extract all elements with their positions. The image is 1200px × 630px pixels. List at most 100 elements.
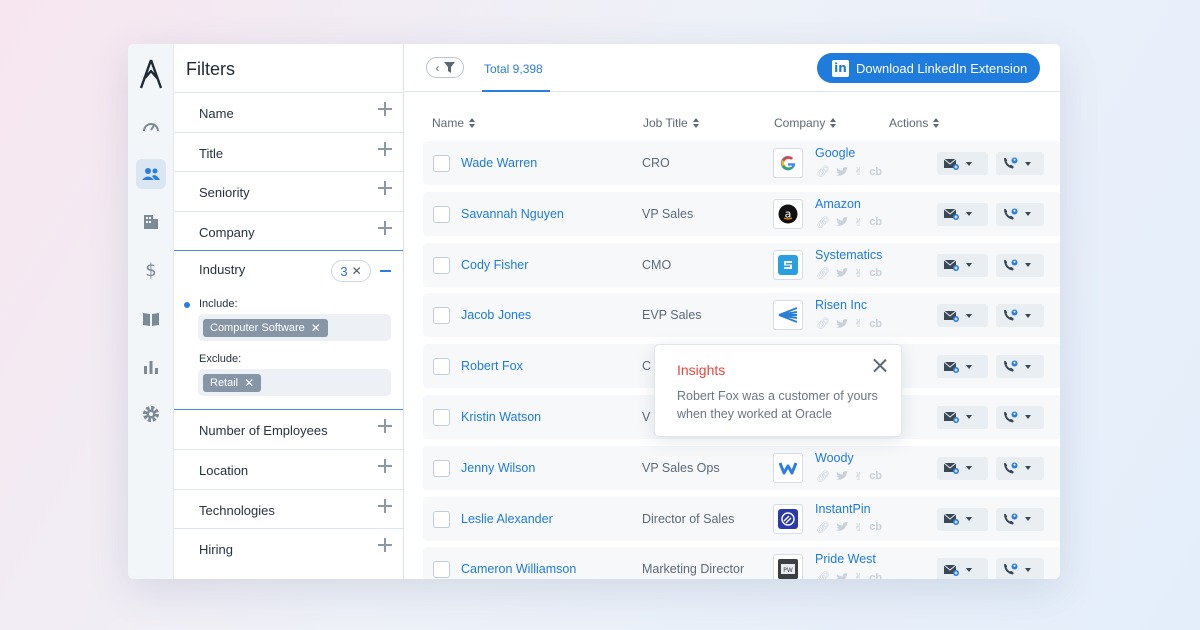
twitter-icon[interactable] [835, 217, 848, 227]
company-name-link[interactable]: Amazon [815, 197, 861, 211]
row-checkbox[interactable] [433, 205, 450, 223]
person-name-link[interactable]: Leslie Alexander [461, 512, 553, 526]
twitter-icon[interactable] [835, 318, 848, 329]
email-action-button[interactable] [937, 304, 988, 328]
column-header-company[interactable]: Company [774, 116, 837, 130]
dollar-icon[interactable]: $ [136, 255, 166, 285]
person-name-link[interactable]: Kristin Watson [461, 410, 541, 424]
company-name-link[interactable]: Risen Inc [815, 298, 867, 312]
phone-action-button[interactable] [996, 253, 1044, 277]
link-icon[interactable]: 🔗︎ [816, 521, 830, 534]
plus-icon[interactable] [377, 141, 393, 157]
link-icon[interactable]: 🔗︎ [816, 165, 830, 178]
person-name-link[interactable]: Cody Fisher [461, 258, 528, 272]
email-action-button[interactable] [937, 152, 988, 175]
building-icon[interactable] [136, 207, 166, 237]
person-name-link[interactable]: Jenny Wilson [461, 461, 535, 475]
phone-action-button[interactable] [996, 456, 1044, 480]
link-icon[interactable]: 🔗︎ [816, 470, 830, 483]
phone-action-button[interactable] [996, 507, 1044, 531]
close-icon[interactable] [873, 358, 887, 372]
twitter-icon[interactable] [836, 572, 848, 579]
row-checkbox[interactable] [433, 561, 450, 579]
company-name-link[interactable]: InstantPin [815, 502, 871, 516]
row-checkbox[interactable] [433, 155, 450, 172]
total-count-tab[interactable]: Total 9,398 [484, 62, 543, 76]
exclude-tag[interactable]: Retail ✕ [203, 374, 262, 392]
column-header-name[interactable]: Name [432, 116, 476, 130]
person-name-link[interactable]: Jacob Jones [461, 308, 531, 322]
filter-location[interactable]: Location [174, 449, 403, 489]
person-name-link[interactable]: Savannah Nguyen [461, 207, 564, 221]
remove-tag-icon[interactable]: ✕ [244, 376, 254, 390]
table-row[interactable]: Leslie Alexander Director of Sales Instant… [423, 496, 1060, 541]
row-checkbox[interactable] [433, 510, 450, 528]
email-action-button[interactable] [937, 253, 988, 277]
email-action-button[interactable] [937, 507, 988, 531]
phone-action-button[interactable] [996, 152, 1044, 175]
crunchbase-icon[interactable]: cb [869, 572, 882, 579]
table-row[interactable]: Jacob Jones EVP Sales Risen Inc 🔗︎ ✌︎ cb [423, 293, 1060, 338]
plus-icon[interactable] [377, 418, 393, 434]
filter-name[interactable]: Name [174, 92, 403, 132]
table-row[interactable]: Wade Warren CRO Google 🔗︎ ✌︎ cb [423, 141, 1060, 185]
plus-icon[interactable] [377, 180, 393, 196]
link-icon[interactable]: 🔗︎ [816, 267, 830, 280]
email-action-button[interactable] [937, 202, 988, 226]
link-icon[interactable]: 🔗︎ [816, 571, 830, 579]
download-linkedin-extension-button[interactable]: in Download LinkedIn Extension [817, 53, 1040, 83]
crunchbase-icon[interactable]: cb [869, 470, 882, 482]
remove-tag-icon[interactable]: ✕ [311, 321, 321, 335]
plus-icon[interactable] [377, 220, 393, 236]
toggle-filters-button[interactable]: ‹ [426, 57, 464, 78]
company-name-link[interactable]: Woody [815, 451, 854, 465]
table-row[interactable]: Cameron Williamson Marketing Director PW Pr… [423, 547, 1060, 579]
email-action-button[interactable] [937, 355, 988, 379]
twitter-icon[interactable] [835, 166, 848, 177]
crunchbase-icon[interactable]: cb [869, 521, 882, 533]
person-name-link[interactable]: Robert Fox [461, 359, 523, 373]
filter-hiring[interactable]: Hiring [174, 528, 403, 568]
plus-icon[interactable] [377, 458, 393, 474]
plus-icon[interactable] [377, 498, 393, 514]
row-checkbox[interactable] [433, 408, 450, 426]
angellist-icon[interactable]: ✌︎ [854, 317, 863, 330]
company-name-link[interactable]: Google [815, 146, 855, 160]
twitter-icon[interactable] [835, 522, 848, 532]
phone-action-button[interactable] [996, 304, 1044, 328]
clear-icon[interactable]: ✕ [352, 264, 362, 278]
company-name-link[interactable]: Pride West [815, 552, 876, 566]
table-row[interactable]: Cody Fisher CMO Systematics 🔗︎ ✌︎ cb [423, 242, 1060, 287]
chart-icon[interactable] [136, 352, 166, 382]
twitter-icon[interactable] [835, 268, 848, 278]
link-icon[interactable]: 🔗︎ [816, 317, 830, 330]
filter-company[interactable]: Company [174, 211, 403, 251]
filter-employees[interactable]: Number of Employees [174, 410, 403, 450]
exclude-tagbox[interactable]: Retail ✕ [198, 369, 391, 396]
dashboard-icon[interactable] [136, 112, 166, 142]
angellist-icon[interactable]: ✌︎ [854, 571, 863, 579]
angellist-icon[interactable]: ✌︎ [854, 216, 863, 229]
people-icon[interactable] [136, 159, 166, 189]
collapse-icon[interactable] [380, 270, 391, 272]
phone-action-button[interactable] [996, 355, 1044, 379]
phone-action-button[interactable] [996, 202, 1044, 226]
table-row[interactable]: Jenny Wilson VP Sales Ops Woody 🔗︎ ✌︎ cb [423, 445, 1060, 490]
link-icon[interactable]: 🔗︎ [816, 216, 830, 229]
phone-action-button[interactable] [996, 558, 1044, 579]
crunchbase-icon[interactable]: cb [869, 318, 882, 330]
filter-technologies[interactable]: Technologies [174, 489, 403, 529]
angellist-icon[interactable]: ✌︎ [854, 470, 863, 483]
table-row[interactable]: Savannah Nguyen VP Sales a Amazon 🔗︎ ✌︎ cb [423, 191, 1060, 236]
row-checkbox[interactable] [433, 459, 450, 477]
column-header-actions[interactable]: Actions [889, 116, 940, 130]
column-header-job-title[interactable]: Job Title [643, 116, 700, 130]
filter-seniority[interactable]: Seniority [174, 171, 403, 211]
email-action-button[interactable] [937, 558, 988, 579]
plus-icon[interactable] [377, 101, 393, 117]
book-icon[interactable] [136, 304, 166, 334]
phone-action-button[interactable] [996, 405, 1044, 429]
email-action-button[interactable] [937, 405, 988, 429]
plus-icon[interactable] [377, 537, 393, 553]
company-name-link[interactable]: Systematics [815, 248, 882, 262]
